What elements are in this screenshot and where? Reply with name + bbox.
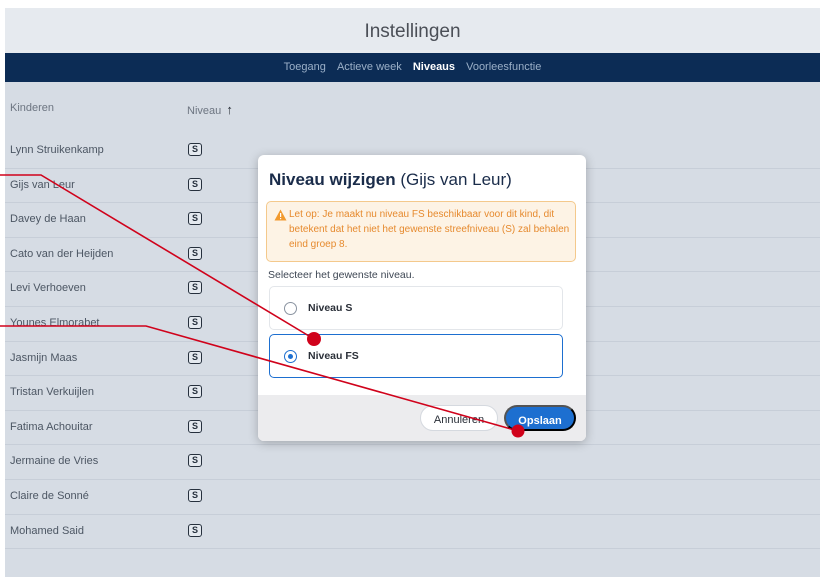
annotation-dot-fs-option bbox=[307, 332, 321, 346]
annotation-overlay bbox=[0, 174, 525, 438]
annotation-line-to-save-button bbox=[0, 325, 519, 432]
annotation-line-to-fs-option bbox=[0, 174, 315, 340]
annotation-dot-save-button bbox=[511, 424, 525, 438]
